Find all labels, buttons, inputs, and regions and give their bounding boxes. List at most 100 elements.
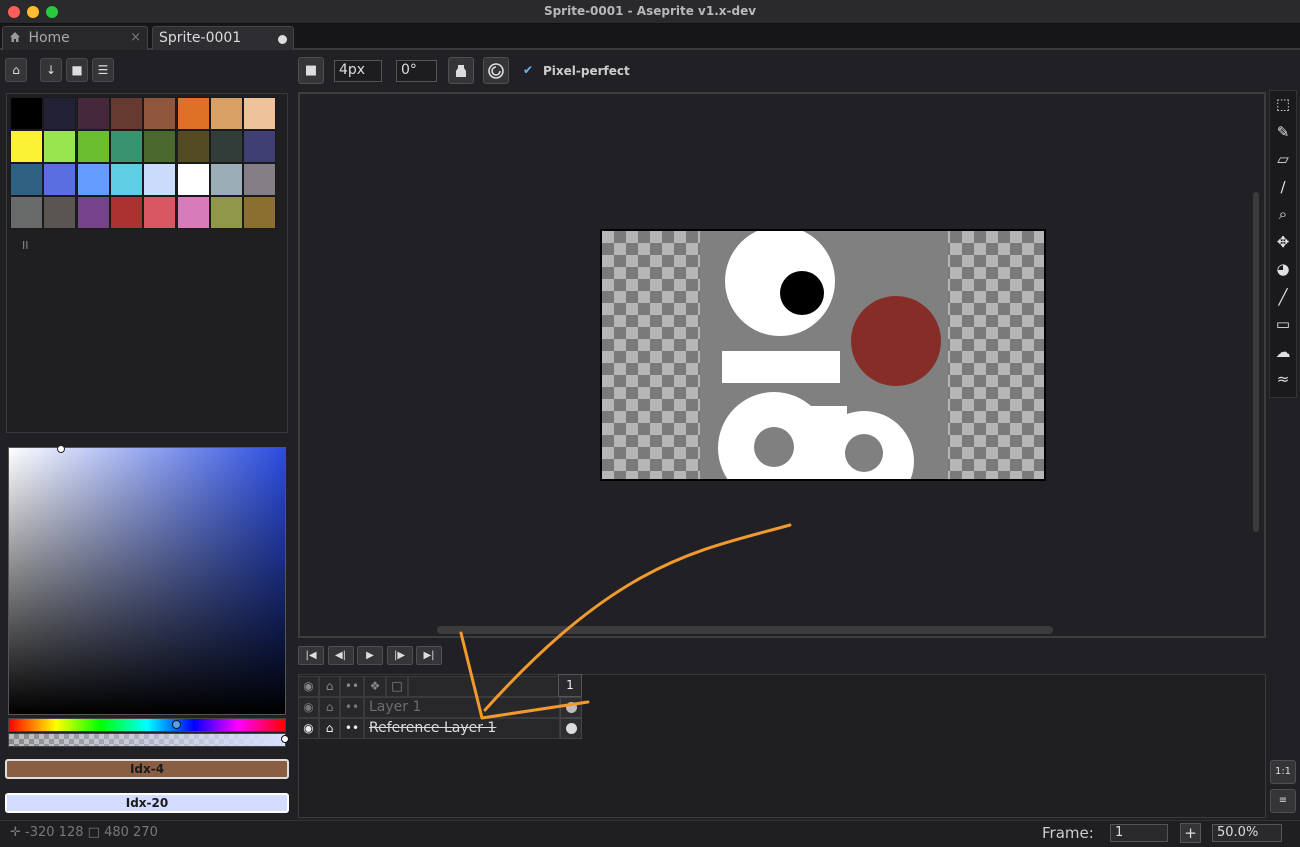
- palette-swatch[interactable]: [209, 97, 243, 130]
- palette-swatch[interactable]: [209, 163, 243, 196]
- layer-mode-icon[interactable]: □: [386, 676, 408, 697]
- continuous-header-icon[interactable]: ••: [340, 676, 364, 697]
- lock-header-icon[interactable]: ⌂: [319, 676, 340, 697]
- close-tab-icon[interactable]: ×: [130, 30, 141, 45]
- reference-layer-1-name[interactable]: Reference Layer 1: [364, 718, 560, 739]
- alpha-slider[interactable]: [8, 733, 286, 747]
- color-spectrum[interactable]: [8, 447, 286, 715]
- zoom-field[interactable]: 50.0%: [1212, 824, 1282, 842]
- next-frame-button[interactable]: |▶: [386, 646, 413, 665]
- palette-swatch[interactable]: [209, 196, 243, 229]
- contour-icon[interactable]: ☁: [1271, 340, 1295, 364]
- palette-swatch[interactable]: [109, 163, 143, 196]
- background-color-button[interactable]: Idx-20: [5, 793, 289, 813]
- lock-icon[interactable]: ⌂: [5, 58, 27, 82]
- palette-swatch[interactable]: [76, 97, 110, 130]
- palette-swatch[interactable]: [10, 97, 43, 130]
- reference-cel-1[interactable]: [560, 718, 582, 739]
- frame-header-1[interactable]: 1: [558, 674, 582, 697]
- brush-size-field[interactable]: 4px: [334, 60, 382, 82]
- palette-swatch[interactable]: [43, 97, 77, 130]
- ink-type-button[interactable]: [448, 57, 474, 84]
- line-icon[interactable]: ╱: [1271, 285, 1295, 309]
- move-icon[interactable]: ✥: [1271, 230, 1295, 254]
- foreground-color-button[interactable]: Idx-4: [5, 759, 289, 779]
- blur-icon[interactable]: ≈: [1271, 367, 1295, 391]
- palette-swatch[interactable]: [143, 163, 177, 196]
- reference-visibility-icon[interactable]: ◉: [298, 718, 319, 739]
- palette-resize-handle[interactable]: II: [22, 239, 29, 252]
- selection-size-icon: □: [87, 825, 100, 840]
- palette-swatch[interactable]: [10, 196, 43, 229]
- play-button[interactable]: ▶: [357, 646, 383, 665]
- horizontal-scrollbar[interactable]: [437, 626, 1053, 634]
- palette-swatch[interactable]: [176, 97, 210, 130]
- rectangle-icon[interactable]: ▭: [1271, 312, 1295, 336]
- zoom-icon[interactable]: ⌕: [1271, 202, 1295, 226]
- palette-swatch[interactable]: [109, 130, 143, 163]
- palette-swatch[interactable]: [76, 163, 110, 196]
- palette-swatch[interactable]: [10, 130, 43, 163]
- palette-swatch[interactable]: [43, 163, 77, 196]
- palette-swatch[interactable]: [243, 97, 277, 130]
- palette-swatch[interactable]: [43, 130, 77, 163]
- last-frame-button[interactable]: ▶|: [416, 646, 442, 665]
- layer-1-name[interactable]: Layer 1: [364, 697, 560, 718]
- palette-swatch[interactable]: [109, 196, 143, 229]
- layer1-lock-icon[interactable]: ⌂: [319, 697, 340, 718]
- cursor-position: -320 128: [25, 825, 84, 840]
- palette-swatch[interactable]: [76, 196, 110, 229]
- palette-swatch[interactable]: [176, 196, 210, 229]
- palette-swatch[interactable]: [109, 97, 143, 130]
- palette-swatch[interactable]: [243, 196, 277, 229]
- palette-swatch[interactable]: [243, 130, 277, 163]
- onion-skin-icon[interactable]: ❖: [364, 676, 386, 697]
- download-icon[interactable]: ↓: [40, 58, 62, 82]
- tab-home[interactable]: Home ×: [2, 26, 148, 50]
- palette-swatch[interactable]: [76, 130, 110, 163]
- hue-slider[interactable]: [8, 718, 286, 732]
- layer1-cel-1[interactable]: [560, 697, 582, 718]
- new-frame-button[interactable]: +: [1180, 823, 1201, 843]
- palette-swatch[interactable]: [43, 196, 77, 229]
- sprite-size: 480 270: [104, 825, 158, 840]
- brush-angle-field[interactable]: 0°: [396, 60, 437, 82]
- menu-icon[interactable]: ☰: [92, 58, 114, 82]
- palette-swatch[interactable]: [176, 130, 210, 163]
- pixel-perfect-checkbox[interactable]: ✔: [523, 63, 537, 77]
- reference-lock-icon[interactable]: ⌂: [319, 718, 340, 739]
- pencil-icon[interactable]: ✎: [1271, 120, 1295, 144]
- eyedropper-icon[interactable]: ∕: [1271, 175, 1295, 199]
- layer1-visibility-icon[interactable]: ◉: [298, 697, 319, 718]
- palette-swatch[interactable]: [209, 130, 243, 163]
- paint-bucket-icon[interactable]: ◕: [1271, 257, 1295, 281]
- palette-swatch[interactable]: [176, 163, 210, 196]
- palette-swatch[interactable]: [143, 130, 177, 163]
- frame-input[interactable]: 1: [1110, 824, 1168, 842]
- tab-sprite[interactable]: Sprite-0001: [152, 26, 294, 50]
- layer1-continuous-icon[interactable]: ••: [340, 697, 364, 718]
- sort-icon[interactable]: ■: [66, 58, 88, 82]
- brush-type-button[interactable]: ■: [298, 57, 324, 84]
- eraser-icon[interactable]: ▱: [1271, 147, 1295, 171]
- marquee-select-icon[interactable]: ⬚: [1271, 92, 1295, 116]
- timeline-toggle-button[interactable]: ≡: [1270, 789, 1296, 813]
- tab-sprite-label: Sprite-0001: [159, 30, 242, 46]
- hue-cursor[interactable]: [172, 720, 181, 729]
- actual-size-button[interactable]: 1:1: [1270, 760, 1296, 784]
- spectrum-cursor[interactable]: [57, 445, 65, 453]
- alpha-cursor[interactable]: [281, 735, 289, 743]
- prev-frame-button[interactable]: ◀|: [327, 646, 354, 665]
- sprite-canvas[interactable]: [600, 229, 1046, 481]
- palette-swatch[interactable]: [143, 97, 177, 130]
- vertical-scrollbar[interactable]: [1253, 192, 1259, 532]
- opacity-button[interactable]: [483, 57, 509, 84]
- first-frame-button[interactable]: |◀: [298, 646, 324, 665]
- reference-continuous-icon[interactable]: ••: [340, 718, 364, 739]
- palette-swatch[interactable]: [10, 163, 43, 196]
- tab-bar: Home × Sprite-0001: [0, 24, 1300, 50]
- palette-swatch[interactable]: [143, 196, 177, 229]
- visibility-header-icon[interactable]: ◉: [298, 676, 319, 697]
- modified-indicator-icon[interactable]: [278, 35, 287, 44]
- palette-swatch[interactable]: [243, 163, 277, 196]
